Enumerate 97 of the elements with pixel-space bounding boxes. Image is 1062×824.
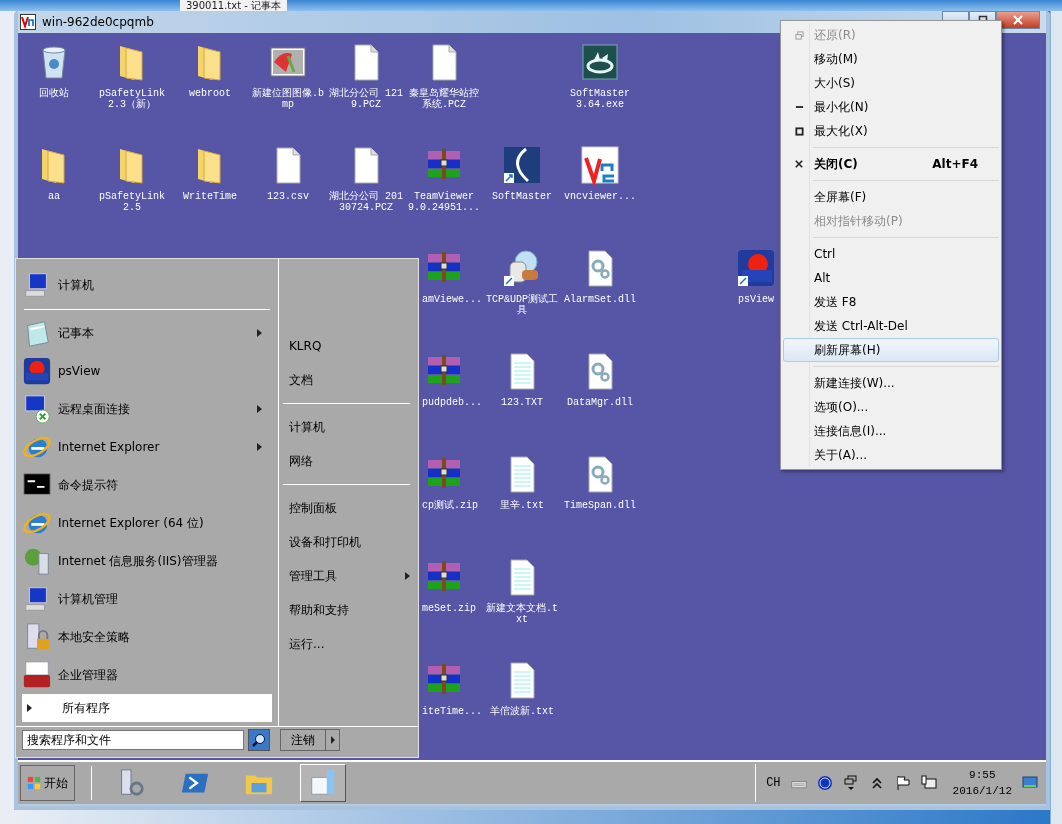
start-menu-item[interactable]: psView xyxy=(22,352,272,390)
menu-item[interactable]: Ctrl xyxy=(783,242,999,266)
desktop-icon-label: pudpdeb... xyxy=(422,397,483,408)
start-menu-link[interactable]: 运行... xyxy=(283,627,410,661)
menu-item[interactable]: 关于(A)... xyxy=(783,443,999,467)
close-button[interactable] xyxy=(996,11,1040,29)
submenu-arrow-icon xyxy=(257,443,262,451)
desktop-icon-label: pSafetyLink 2.3（新） xyxy=(98,88,166,110)
taskbar-window-button[interactable] xyxy=(300,764,346,802)
logoff-button[interactable]: 注销 xyxy=(280,729,326,751)
submenu-arrow-icon xyxy=(405,572,410,580)
menu-item[interactable]: 连接信息(I)... xyxy=(783,419,999,443)
start-menu-item[interactable]: 企业管理器 xyxy=(22,656,272,694)
desktop-icon-label: psView xyxy=(737,294,775,305)
desktop-icon-label: pSafetyLink 2.5 xyxy=(98,191,166,213)
menu-item[interactable]: 关闭(C) Alt+F4 xyxy=(783,152,999,176)
start-menu-item[interactable]: 本地安全策略 xyxy=(22,618,272,656)
show-desktop-icon[interactable] xyxy=(1022,775,1038,791)
windows-icon[interactable] xyxy=(842,775,859,791)
desktop-icon-label: 123.csv xyxy=(266,191,310,202)
menu-item[interactable]: 大小(S) xyxy=(783,71,999,95)
desktop-icon-label: 秦皇岛耀华站控系统.PCZ xyxy=(408,88,480,110)
desktop-icon-label: SoftMaster xyxy=(491,191,553,202)
network-icon[interactable] xyxy=(920,775,937,791)
menu-item[interactable]: 最小化(N) xyxy=(783,95,999,119)
desktop-icon-label: 回收站 xyxy=(38,88,70,99)
desktop-icon-label: SoftMaster 3.64.exe xyxy=(569,88,631,110)
start-menu-link[interactable]: 设备和打印机 xyxy=(283,525,410,559)
menu-item[interactable]: 全屏幕(F) xyxy=(783,185,999,209)
arrow-icon xyxy=(27,704,32,712)
menu-item[interactable]: 选项(O)... xyxy=(783,395,999,419)
start-menu-link[interactable]: KLRQ xyxy=(283,329,410,363)
flag-icon[interactable] xyxy=(894,775,911,791)
windows-logo-icon xyxy=(27,776,41,790)
desktop-icon-label: meSet.zip xyxy=(422,603,477,614)
toolbox-icon xyxy=(22,660,52,690)
start-button[interactable]: 开始 xyxy=(20,765,75,801)
maximize-icon xyxy=(794,126,804,136)
menu-item[interactable]: 发送 Ctrl-Alt-Del xyxy=(783,314,999,338)
start-menu-link[interactable]: 网络 xyxy=(283,444,410,478)
desktop-icon-label: TimeSpan.dll xyxy=(563,500,637,511)
shutdown-options-button[interactable] xyxy=(326,729,340,751)
desktop-icon-label: iteTime... xyxy=(422,706,483,717)
server-globe-icon xyxy=(22,546,52,576)
start-menu-item[interactable]: 命令提示符 xyxy=(22,466,272,504)
submenu-arrow-icon xyxy=(257,329,262,337)
desktop-icon-label: TeamViewer 9.0.24951... xyxy=(407,191,481,213)
start-menu-item[interactable]: 记事本 xyxy=(22,314,272,352)
desktop-icon-label: vncviewer... xyxy=(563,191,637,202)
search-field[interactable]: 搜索程序和文件 xyxy=(22,730,244,750)
start-menu-link[interactable]: 管理工具 xyxy=(283,559,410,593)
all-programs-item[interactable]: 所有程序 xyxy=(22,694,272,722)
start-menu-link[interactable]: 帮助和支持 xyxy=(283,593,410,627)
search-button[interactable] xyxy=(248,729,270,751)
menu-item[interactable]: 发送 F8 xyxy=(783,290,999,314)
desktop-icon-label: 湖北分公司 20130724.PCZ xyxy=(328,191,404,213)
desktop-icon-label: amViewe... xyxy=(422,294,483,305)
start-menu-item[interactable]: Internet 信息服务(IIS)管理器 xyxy=(22,542,272,580)
desktop-icon-label: cp测试.zip xyxy=(422,500,479,511)
close-icon xyxy=(795,160,803,168)
desktop-icon-label: 新建文本文档.txt xyxy=(485,603,559,625)
start-menu-item[interactable]: 计算机 xyxy=(22,263,272,307)
start-menu-link[interactable]: 计算机 xyxy=(283,410,410,444)
desktop-icon-label: aa xyxy=(47,191,61,202)
menu-item[interactable]: 刷新屏幕(H) xyxy=(783,338,999,362)
menu-item[interactable]: 最大化(X) xyxy=(783,119,999,143)
desktop-icon-label: TCP&UDP测试工具 xyxy=(485,294,559,316)
desktop-icon-label: 新建位图图像.bmp xyxy=(251,88,325,110)
search-icon xyxy=(251,732,267,748)
clock[interactable]: 9:55 2016/1/12 xyxy=(952,767,1012,799)
window-title: win-962de0cpqmb xyxy=(42,15,155,29)
start-menu-item[interactable]: Internet Explorer xyxy=(22,428,272,466)
desktop-icon-label: 里辛.txt xyxy=(499,500,545,511)
menu-item[interactable]: 移动(M) xyxy=(783,47,999,71)
host-window-title: 390011.txt - 记事本 xyxy=(180,0,288,11)
close-icon xyxy=(1013,15,1023,25)
remote-desktop-icon xyxy=(22,394,52,424)
start-menu-item[interactable]: 计算机管理 xyxy=(22,580,272,618)
desktop-icon-label: webroot xyxy=(188,88,232,99)
submenu-arrow-icon xyxy=(257,405,262,413)
start-menu-item[interactable]: 远程桌面连接 xyxy=(22,390,272,428)
desktop-icon-label: WriteTime xyxy=(182,191,238,202)
start-menu-link[interactable]: 控制面板 xyxy=(283,491,410,525)
menu-item[interactable]: Alt xyxy=(783,266,999,290)
start-menu-link[interactable]: 文档 xyxy=(283,363,410,397)
clock-date: 2016/1/12 xyxy=(952,784,1012,799)
desktop-icon-label: DataMgr.dll xyxy=(566,397,634,408)
menu-item[interactable]: 新建连接(W)... xyxy=(783,371,999,395)
minimize-icon xyxy=(794,106,804,108)
restore-icon xyxy=(794,30,804,40)
desktop-icon-label: 湖北分公司 1219.PCZ xyxy=(328,88,404,110)
desktop-icon-label: 123.TXT xyxy=(500,397,544,408)
desktop-icon-label: 羊倌波新.txt xyxy=(489,706,555,717)
desktop-icon-label: AlarmSet.dll xyxy=(563,294,637,305)
language-indicator[interactable]: CH xyxy=(766,776,781,790)
clock-time: 9:55 xyxy=(969,768,996,783)
start-menu-item[interactable]: Internet Explorer (64 位) xyxy=(22,504,272,542)
